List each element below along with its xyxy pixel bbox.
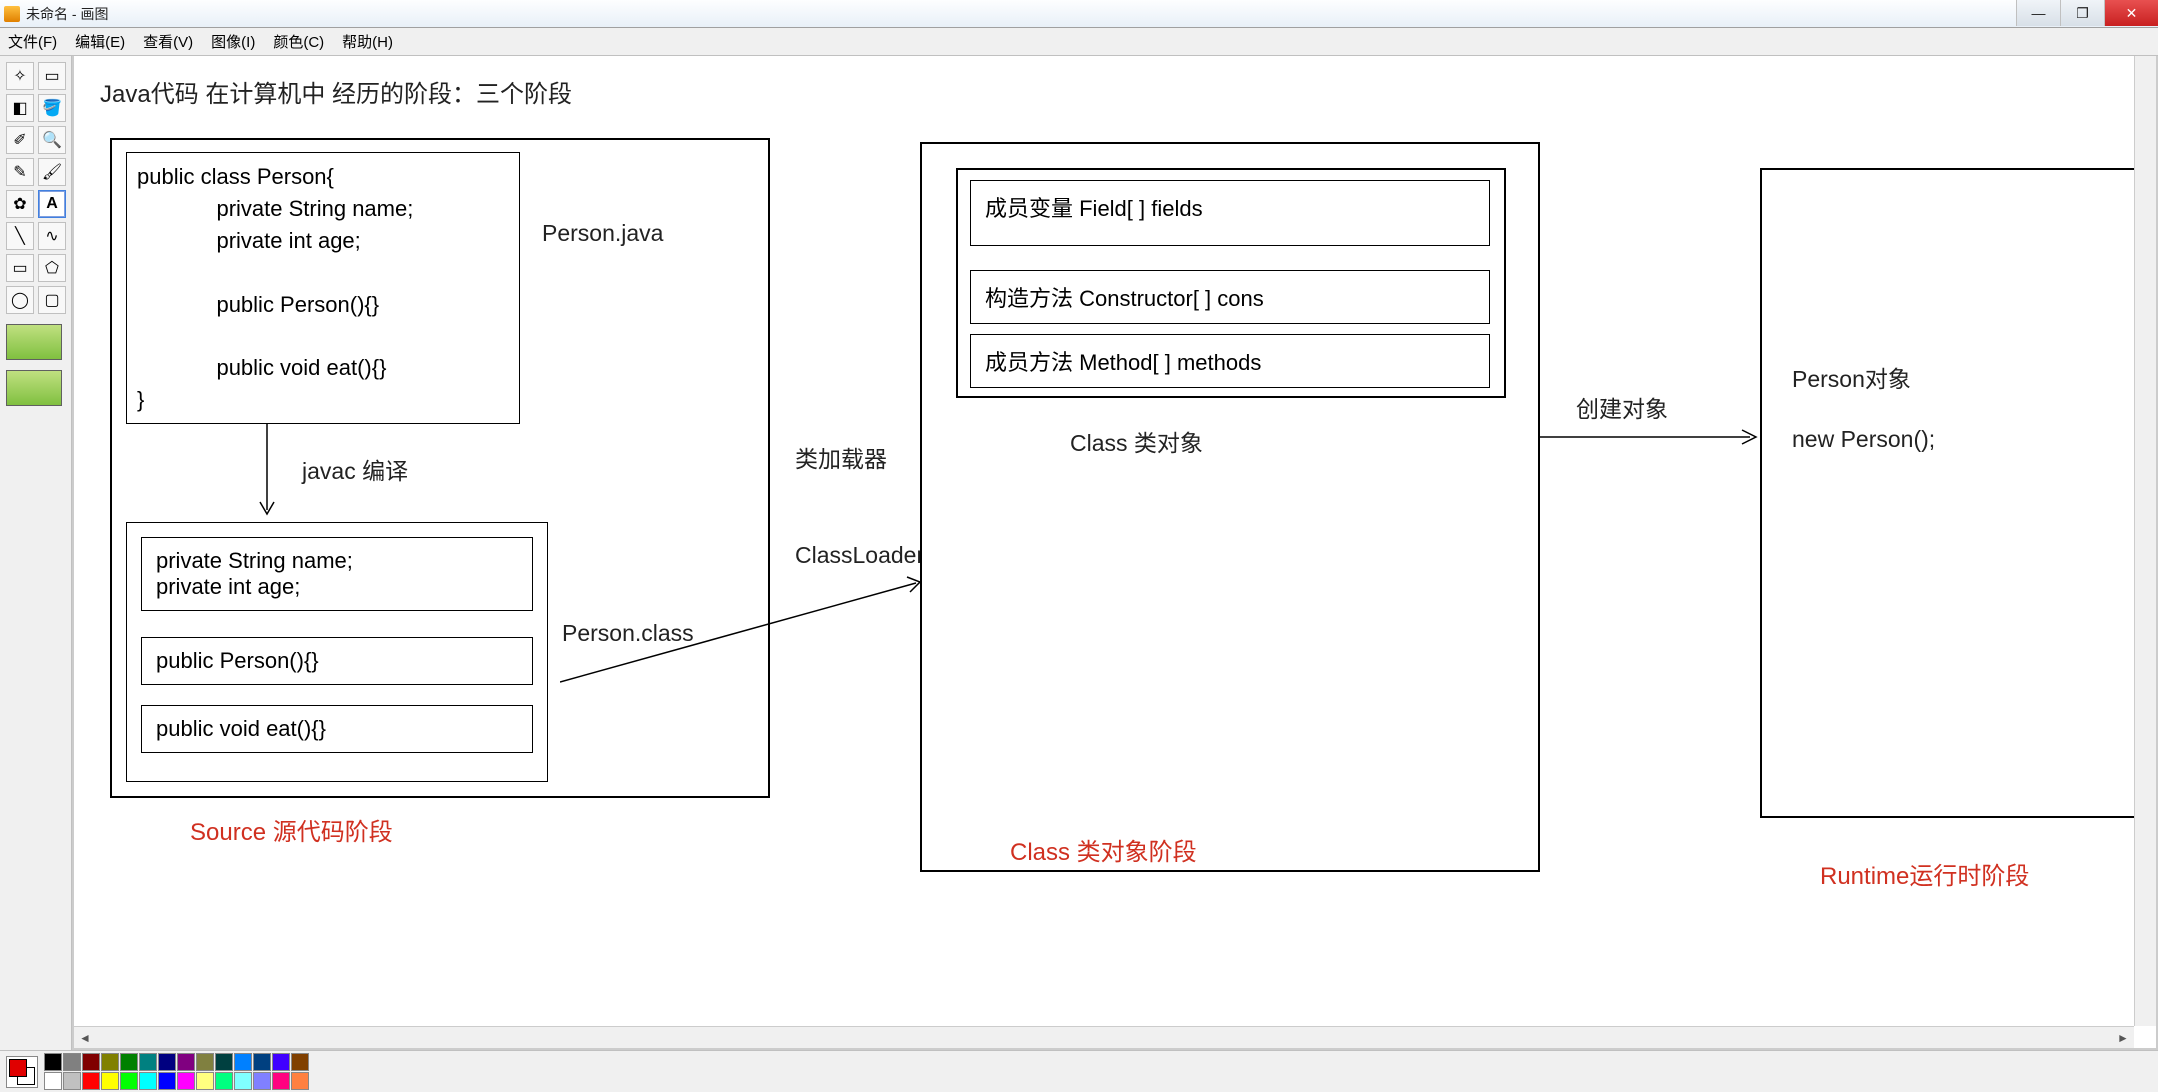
color-palette bbox=[44, 1053, 309, 1090]
window-title: 未命名 - 画图 bbox=[26, 4, 108, 24]
color-swatch[interactable] bbox=[196, 1053, 214, 1071]
curve-tool[interactable]: ∿ bbox=[38, 222, 66, 250]
menu-file[interactable]: 文件(F) bbox=[8, 31, 57, 52]
class-fields-row: 成员变量 Field[ ] fields bbox=[970, 180, 1490, 246]
stage2-box: 成员变量 Field[ ] fields 构造方法 Constructor[ ]… bbox=[920, 142, 1540, 872]
freeform-select-tool[interactable]: ✧ bbox=[6, 62, 34, 90]
color-swatch[interactable] bbox=[272, 1072, 290, 1090]
horizontal-scrollbar[interactable]: ◄ ► bbox=[74, 1026, 2134, 1048]
arrow-create-icon bbox=[1540, 422, 1764, 452]
polygon-tool[interactable]: ⬠ bbox=[38, 254, 66, 282]
color-swatch[interactable] bbox=[63, 1053, 81, 1071]
vertical-scrollbar[interactable] bbox=[2134, 56, 2156, 1026]
stage3-box: Person对象 new Person(); bbox=[1760, 168, 2158, 818]
menu-image[interactable]: 图像(I) bbox=[211, 31, 255, 52]
pencil-tool[interactable]: ✎ bbox=[6, 158, 34, 186]
maximize-button[interactable]: ❐ bbox=[2060, 0, 2104, 26]
color-swatch[interactable] bbox=[139, 1072, 157, 1090]
stage1-code: public class Person{ private String name… bbox=[126, 152, 520, 424]
loader-label-2: ClassLoader bbox=[795, 542, 924, 569]
rounded-rect-tool[interactable]: ▢ bbox=[38, 286, 66, 314]
color-swatch[interactable] bbox=[44, 1072, 62, 1090]
scroll-right-icon[interactable]: ► bbox=[2112, 1027, 2134, 1049]
color-bar bbox=[0, 1050, 2158, 1092]
new-person-label: new Person(); bbox=[1792, 426, 1935, 453]
color-swatch[interactable] bbox=[101, 1072, 119, 1090]
brush-tool[interactable]: 🖌 bbox=[38, 158, 66, 186]
class-object-label: Class 类对象 bbox=[1070, 424, 1203, 458]
color-swatch[interactable] bbox=[215, 1072, 233, 1090]
app-icon bbox=[4, 6, 20, 22]
class-methods-row: 成员方法 Method[ ] methods bbox=[970, 334, 1490, 388]
color-swatch[interactable] bbox=[82, 1053, 100, 1071]
menu-edit[interactable]: 编辑(E) bbox=[75, 31, 125, 52]
eyedropper-tool[interactable]: ✐ bbox=[6, 126, 34, 154]
color-swatch[interactable] bbox=[82, 1072, 100, 1090]
title-bar: 未命名 - 画图 — ❐ ✕ bbox=[0, 0, 2158, 28]
color-swatch[interactable] bbox=[177, 1072, 195, 1090]
airbrush-tool[interactable]: ✿ bbox=[6, 190, 34, 218]
ellipse-tool[interactable]: ◯ bbox=[6, 286, 34, 314]
eraser-tool[interactable]: ◧ bbox=[6, 94, 34, 122]
color-swatch[interactable] bbox=[158, 1072, 176, 1090]
color-swatch[interactable] bbox=[177, 1053, 195, 1071]
minimize-button[interactable]: — bbox=[2016, 0, 2060, 26]
menu-view[interactable]: 查看(V) bbox=[143, 31, 193, 52]
color-preview[interactable] bbox=[6, 1056, 38, 1088]
class-fields: private String name; private int age; bbox=[141, 537, 533, 611]
color-swatch[interactable] bbox=[44, 1053, 62, 1071]
color-swatch[interactable] bbox=[101, 1053, 119, 1071]
rect-select-tool[interactable]: ▭ bbox=[38, 62, 66, 90]
color-swatch[interactable] bbox=[234, 1053, 252, 1071]
line-tool[interactable]: ╲ bbox=[6, 222, 34, 250]
loader-label-1: 类加载器 bbox=[795, 440, 887, 474]
color-swatch[interactable] bbox=[120, 1053, 138, 1071]
class-method: public void eat(){} bbox=[141, 705, 533, 753]
tool-option-2[interactable] bbox=[6, 370, 62, 406]
canvas[interactable]: Java代码 在计算机中 经历的阶段：三个阶段 public class Per… bbox=[80, 62, 2110, 1042]
menu-bar: 文件(F) 编辑(E) 查看(V) 图像(I) 颜色(C) 帮助(H) bbox=[0, 28, 2158, 56]
rectangle-tool[interactable]: ▭ bbox=[6, 254, 34, 282]
color-swatch[interactable] bbox=[291, 1072, 309, 1090]
menu-colors[interactable]: 颜色(C) bbox=[273, 31, 324, 52]
color-swatch[interactable] bbox=[120, 1072, 138, 1090]
color-swatch[interactable] bbox=[196, 1072, 214, 1090]
stage1-label: Source 源代码阶段 bbox=[190, 812, 393, 847]
close-button[interactable]: ✕ bbox=[2104, 0, 2158, 26]
scroll-left-icon[interactable]: ◄ bbox=[74, 1027, 96, 1049]
color-swatch[interactable] bbox=[253, 1072, 271, 1090]
diagram-title: Java代码 在计算机中 经历的阶段：三个阶段 bbox=[100, 74, 572, 109]
tool-option-1[interactable] bbox=[6, 324, 62, 360]
color-swatch[interactable] bbox=[272, 1053, 290, 1071]
stage2-label: Class 类对象阶段 bbox=[1010, 832, 1197, 867]
fill-tool[interactable]: 🪣 bbox=[38, 94, 66, 122]
text-tool[interactable]: A bbox=[38, 190, 66, 218]
color-swatch[interactable] bbox=[234, 1072, 252, 1090]
class-object-box: 成员变量 Field[ ] fields 构造方法 Constructor[ ]… bbox=[956, 168, 1506, 398]
magnify-tool[interactable]: 🔍 bbox=[38, 126, 66, 154]
arrow-compile-icon bbox=[252, 424, 282, 524]
class-constructor: public Person(){} bbox=[141, 637, 533, 685]
compile-label: javac 编译 bbox=[302, 452, 408, 486]
color-swatch[interactable] bbox=[139, 1053, 157, 1071]
fg-color-icon bbox=[9, 1059, 27, 1077]
person-obj-label: Person对象 bbox=[1792, 360, 1911, 394]
stage3-label: Runtime运行时阶段 bbox=[1820, 856, 2029, 891]
color-swatch[interactable] bbox=[215, 1053, 233, 1071]
menu-help[interactable]: 帮助(H) bbox=[342, 31, 393, 52]
color-swatch[interactable] bbox=[158, 1053, 176, 1071]
canvas-area[interactable]: Java代码 在计算机中 经历的阶段：三个阶段 public class Per… bbox=[72, 56, 2158, 1050]
color-swatch[interactable] bbox=[63, 1072, 81, 1090]
class-cons-row: 构造方法 Constructor[ ] cons bbox=[970, 270, 1490, 324]
color-swatch[interactable] bbox=[291, 1053, 309, 1071]
toolbox: ✧ ▭ ◧ 🪣 ✐ 🔍 ✎ 🖌 ✿ A ╲ ∿ ▭ ⬠ ◯ ▢ bbox=[0, 56, 72, 1050]
window-controls: — ❐ ✕ bbox=[2016, 0, 2158, 26]
workspace: ✧ ▭ ◧ 🪣 ✐ 🔍 ✎ 🖌 ✿ A ╲ ∿ ▭ ⬠ ◯ ▢ Java代码 在… bbox=[0, 56, 2158, 1050]
create-label: 创建对象 bbox=[1576, 390, 1668, 424]
arrow-classloader-icon bbox=[560, 572, 930, 772]
color-swatch[interactable] bbox=[253, 1053, 271, 1071]
file-java-label: Person.java bbox=[542, 220, 663, 247]
person-class-box: private String name; private int age; pu… bbox=[126, 522, 548, 782]
